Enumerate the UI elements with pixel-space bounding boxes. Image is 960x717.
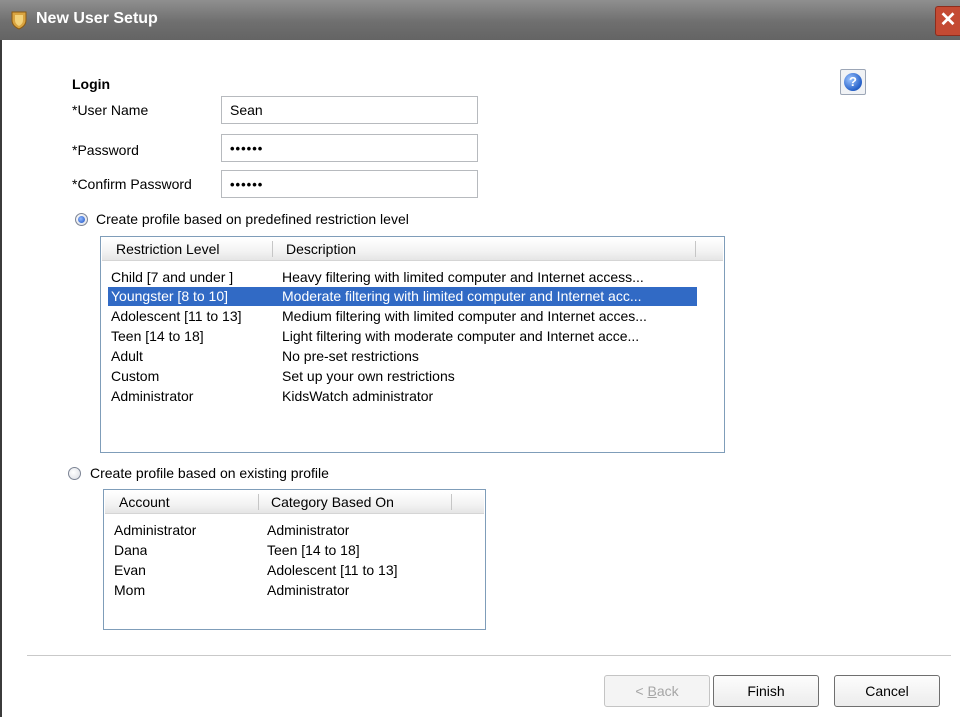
user-name-label: *User Name: [72, 102, 149, 118]
restriction-level-cell: Adult: [111, 348, 143, 364]
existing-profile-radio[interactable]: [68, 467, 81, 480]
column-divider[interactable]: [272, 241, 273, 257]
column-header-account[interactable]: Account: [119, 494, 170, 510]
list-item[interactable]: Evan Adolescent [11 to 13]: [111, 561, 471, 580]
column-divider[interactable]: [451, 494, 452, 510]
confirm-password-label: *Confirm Password: [72, 176, 192, 192]
title-bar: New User Setup ✕: [0, 0, 960, 40]
password-label: *Password: [72, 142, 139, 158]
category-cell: Administrator: [267, 522, 350, 538]
restriction-level-cell: Adolescent [11 to 13]: [111, 308, 242, 324]
close-button[interactable]: ✕: [935, 6, 960, 36]
description-cell: Set up your own restrictions: [282, 368, 455, 384]
back-button[interactable]: < Back: [604, 675, 710, 707]
list-item-selected[interactable]: Youngster [8 to 10] Moderate filtering w…: [108, 287, 697, 306]
restriction-level-cell: Custom: [111, 368, 160, 384]
list-item[interactable]: Child [7 and under ] Heavy filtering wit…: [108, 268, 697, 287]
password-input[interactable]: ••••••: [221, 134, 478, 162]
help-button[interactable]: ?: [840, 69, 866, 95]
restriction-level-cell: Child [7 and under ]: [111, 269, 234, 285]
description-cell: Moderate filtering with limited computer…: [282, 288, 642, 304]
description-cell: Heavy filtering with limited computer an…: [282, 269, 644, 285]
column-header-restriction-level[interactable]: Restriction Level: [116, 241, 220, 257]
account-cell: Dana: [114, 542, 148, 558]
confirm-password-input[interactable]: ••••••: [221, 170, 478, 198]
description-cell: Light filtering with moderate computer a…: [282, 328, 640, 344]
existing-profile-list[interactable]: Account Category Based On Administrator …: [103, 489, 486, 630]
list-header: Restriction Level Description: [102, 238, 723, 261]
login-heading: Login: [72, 76, 111, 92]
existing-profile-radio-label[interactable]: Create profile based on existing profile: [90, 465, 329, 481]
back-button-mnemonic: B: [647, 683, 657, 699]
description-cell: Medium filtering with limited computer a…: [282, 308, 647, 324]
user-name-input[interactable]: Sean: [221, 96, 478, 124]
description-cell: KidsWatch administrator: [282, 388, 434, 404]
help-icon: ?: [844, 73, 862, 91]
close-icon: ✕: [939, 9, 957, 31]
restriction-level-cell: Youngster [8 to 10]: [111, 288, 229, 304]
predefined-radio[interactable]: [75, 213, 88, 226]
list-item[interactable]: Dana Teen [14 to 18]: [111, 541, 471, 560]
account-cell: Administrator: [114, 522, 197, 538]
footer-divider: [27, 655, 951, 656]
category-cell: Administrator: [267, 582, 350, 598]
restriction-level-cell: Teen [14 to 18]: [111, 328, 204, 344]
description-cell: No pre-set restrictions: [282, 348, 419, 364]
list-item[interactable]: Adult No pre-set restrictions: [108, 347, 697, 366]
list-header: Account Category Based On: [105, 491, 484, 514]
column-header-category[interactable]: Category Based On: [271, 494, 394, 510]
list-item[interactable]: Mom Administrator: [111, 581, 471, 600]
list-item[interactable]: Administrator KidsWatch administrator: [108, 387, 697, 406]
back-button-label: ack: [656, 683, 679, 699]
list-item[interactable]: Teen [14 to 18] Light filtering with mod…: [108, 327, 697, 346]
category-cell: Teen [14 to 18]: [267, 542, 360, 558]
shield-icon: [11, 11, 27, 30]
finish-button[interactable]: Finish: [713, 675, 819, 707]
account-cell: Mom: [114, 582, 146, 598]
column-header-description[interactable]: Description: [286, 241, 356, 257]
list-item[interactable]: Administrator Administrator: [111, 521, 471, 540]
list-item[interactable]: Custom Set up your own restrictions: [108, 367, 697, 386]
restriction-level-cell: Administrator: [111, 388, 194, 404]
category-cell: Adolescent [11 to 13]: [267, 562, 398, 578]
window-border: [0, 40, 2, 717]
predefined-radio-label[interactable]: Create profile based on predefined restr…: [96, 211, 409, 227]
column-divider[interactable]: [695, 241, 696, 257]
window-title: New User Setup: [36, 10, 158, 27]
column-divider[interactable]: [258, 494, 259, 510]
list-item[interactable]: Adolescent [11 to 13] Medium filtering w…: [108, 307, 697, 326]
cancel-button[interactable]: Cancel: [834, 675, 940, 707]
restriction-level-list[interactable]: Restriction Level Description Child [7 a…: [100, 236, 725, 453]
back-button-prefix: <: [635, 683, 648, 699]
account-cell: Evan: [114, 562, 146, 578]
